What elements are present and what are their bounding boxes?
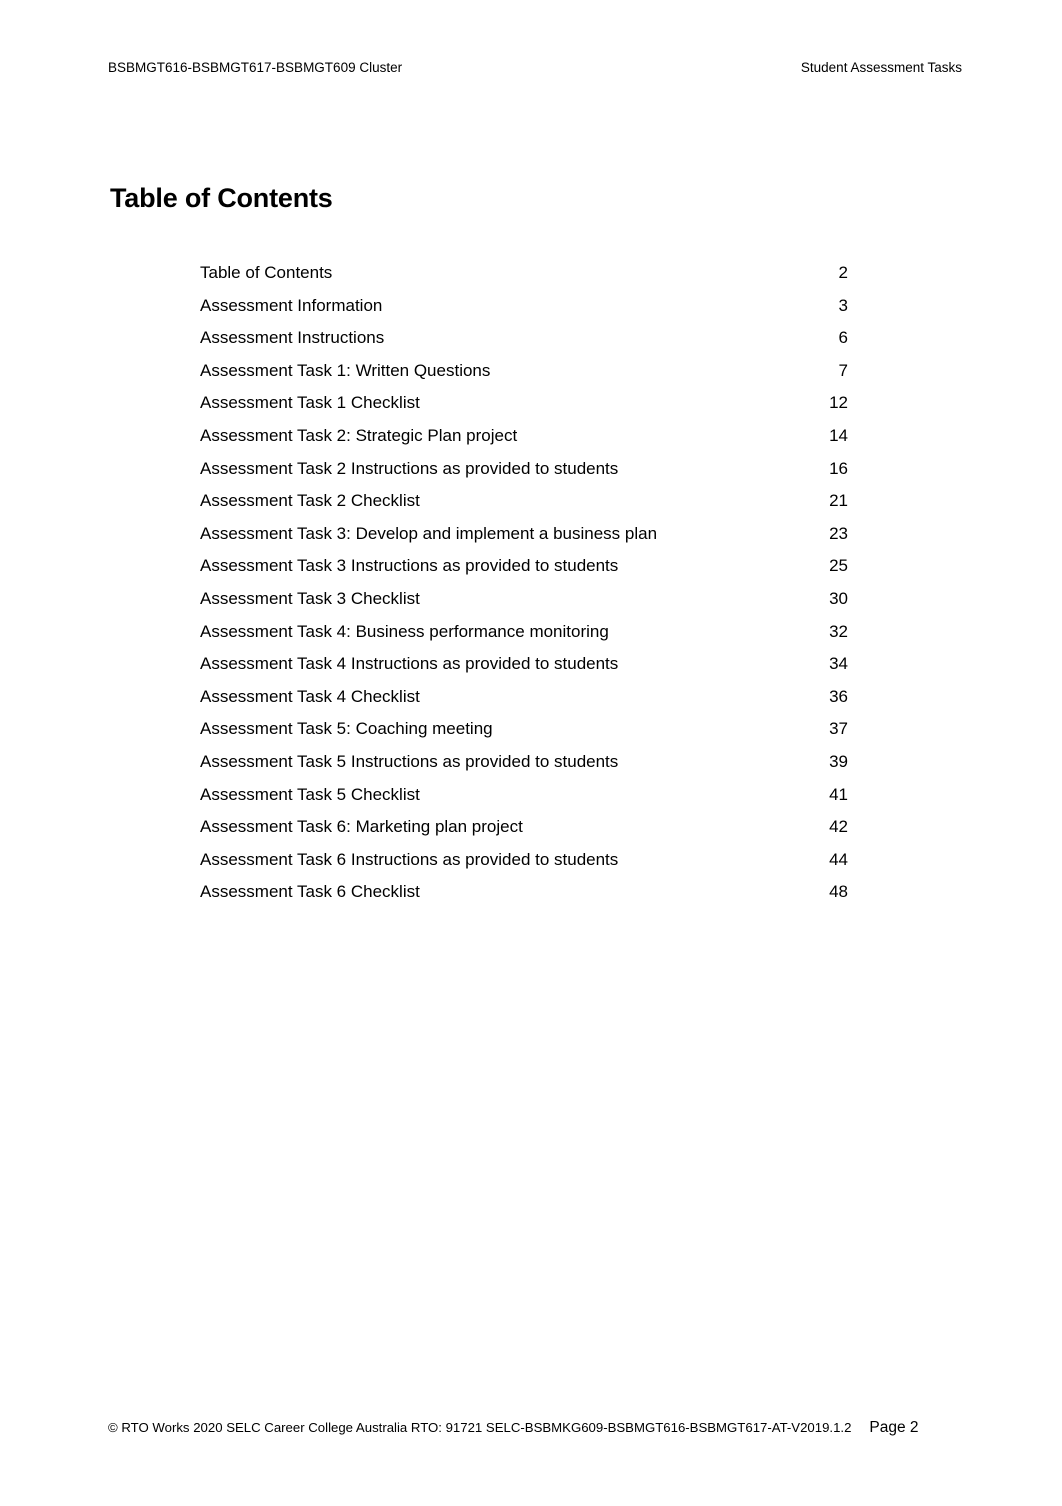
toc-entry-page-number: 25 bbox=[829, 556, 848, 576]
toc-entry-label: Assessment Task 6 Instructions as provid… bbox=[200, 849, 619, 869]
toc-entry[interactable]: Table of Contents 2 bbox=[200, 262, 848, 295]
toc-entry-page-number: 39 bbox=[829, 751, 848, 771]
toc-entry-label: Assessment Task 2: Strategic Plan projec… bbox=[200, 425, 518, 445]
toc-entry-page-number: 23 bbox=[829, 523, 848, 543]
toc-entry[interactable]: Assessment Task 3 Checklist 30 bbox=[200, 588, 848, 621]
footer-copyright: © RTO Works 2020 SELC Career College Aus… bbox=[108, 1420, 852, 1435]
toc-entry[interactable]: Assessment Task 1 Checklist 12 bbox=[200, 392, 848, 425]
toc-entry-page-number: 30 bbox=[829, 588, 848, 608]
toc-entry[interactable]: Assessment Task 4 Checklist 36 bbox=[200, 686, 848, 719]
toc-entry-label: Assessment Task 4 Checklist bbox=[200, 686, 420, 706]
toc-entry-page-number: 2 bbox=[838, 263, 848, 282]
running-header: BSBMGT616-BSBMGT617-BSBMGT609 Cluster St… bbox=[108, 59, 962, 77]
running-footer: © RTO Works 2020 SELC Career College Aus… bbox=[108, 1419, 962, 1437]
toc-entry-label: Assessment Task 3: Develop and implement… bbox=[200, 523, 658, 543]
toc-entry-label: Assessment Task 5 Checklist bbox=[200, 784, 420, 804]
toc-entry-label: Assessment Task 3 Instructions as provid… bbox=[200, 556, 619, 576]
toc-entry-page-number: 41 bbox=[829, 784, 848, 804]
toc-entry[interactable]: Assessment Task 6 Checklist 48 bbox=[200, 881, 848, 914]
toc-entry[interactable]: Assessment Task 5: Coaching meeting 37 bbox=[200, 718, 848, 751]
toc-entry[interactable]: Assessment Task 2 Checklist 21 bbox=[200, 490, 848, 523]
toc-entry-page-number: 42 bbox=[829, 817, 848, 837]
toc-entry-label: Assessment Instructions bbox=[200, 328, 385, 348]
table-of-contents: Table of Contents 2 Assessment Information… bbox=[200, 262, 848, 914]
toc-entry-label: Assessment Task 4: Business performance … bbox=[200, 621, 609, 641]
toc-entry-page-number: 36 bbox=[829, 686, 848, 706]
toc-entry-label: Assessment Task 6 Checklist bbox=[200, 882, 420, 902]
toc-entry-label: Assessment Task 1: Written Questions bbox=[200, 360, 491, 380]
toc-entry-page-number: 6 bbox=[838, 328, 848, 348]
toc-entry[interactable]: Assessment Task 4 Instructions as provid… bbox=[200, 653, 848, 686]
toc-entry[interactable]: Assessment Task 3: Develop and implement… bbox=[200, 523, 848, 556]
toc-entry[interactable]: Assessment Task 3 Instructions as provid… bbox=[200, 555, 848, 588]
toc-entry-label: Assessment Task 2 Checklist bbox=[200, 491, 420, 511]
toc-entry-label: Assessment Task 6: Marketing plan projec… bbox=[200, 817, 523, 837]
toc-entry-page-number: 37 bbox=[829, 719, 848, 739]
toc-entry-label: Assessment Information bbox=[200, 295, 383, 315]
footer-page-number: Page 2 bbox=[869, 1419, 919, 1436]
toc-entry-page-number: 3 bbox=[838, 295, 848, 315]
toc-entry[interactable]: Assessment Task 1: Written Questions 7 bbox=[200, 360, 848, 393]
toc-entry[interactable]: Assessment Task 5 Instructions as provid… bbox=[200, 751, 848, 784]
toc-entry-label: Assessment Task 4 Instructions as provid… bbox=[200, 654, 619, 674]
toc-entry[interactable]: Assessment Task 2: Strategic Plan projec… bbox=[200, 425, 848, 458]
toc-entry-label: Assessment Task 1 Checklist bbox=[200, 393, 420, 413]
toc-entry-page-number: 48 bbox=[829, 882, 848, 902]
toc-entry-label: Assessment Task 2 Instructions as provid… bbox=[200, 458, 619, 478]
toc-entry-page-number: 44 bbox=[829, 849, 848, 869]
toc-entry-page-number: 34 bbox=[829, 654, 848, 674]
toc-entry[interactable]: Assessment Task 4: Business performance … bbox=[200, 621, 848, 654]
header-course-code: BSBMGT616-BSBMGT617-BSBMGT609 Cluster bbox=[108, 60, 403, 75]
toc-entry-label: Assessment Task 5 Instructions as provid… bbox=[200, 751, 619, 771]
toc-entry-label: Table of Contents bbox=[200, 263, 333, 282]
toc-entry-label: Assessment Task 3 Checklist bbox=[200, 588, 420, 608]
toc-entry[interactable]: Assessment Task 6: Marketing plan projec… bbox=[200, 816, 848, 849]
toc-entry[interactable]: Assessment Task 6 Instructions as provid… bbox=[200, 849, 848, 882]
toc-entry[interactable]: Assessment Information 3 bbox=[200, 295, 848, 328]
toc-entry-label: Assessment Task 5: Coaching meeting bbox=[200, 719, 493, 739]
toc-entry[interactable]: Assessment Instructions 6 bbox=[200, 327, 848, 360]
toc-entry-page-number: 7 bbox=[838, 360, 848, 380]
page-title: Table of Contents bbox=[110, 183, 333, 214]
document-page: BSBMGT616-BSBMGT617-BSBMGT609 Cluster St… bbox=[0, 0, 1062, 1506]
toc-entry[interactable]: Assessment Task 2 Instructions as provid… bbox=[200, 458, 848, 491]
toc-entry-page-number: 21 bbox=[829, 491, 848, 511]
toc-entry-page-number: 16 bbox=[829, 458, 848, 478]
toc-entry-page-number: 14 bbox=[829, 425, 848, 445]
toc-entry-page-number: 12 bbox=[829, 393, 848, 413]
header-document-title: Student Assessment Tasks bbox=[800, 60, 962, 75]
toc-entry[interactable]: Assessment Task 5 Checklist 41 bbox=[200, 784, 848, 817]
toc-entry-page-number: 32 bbox=[829, 621, 848, 641]
